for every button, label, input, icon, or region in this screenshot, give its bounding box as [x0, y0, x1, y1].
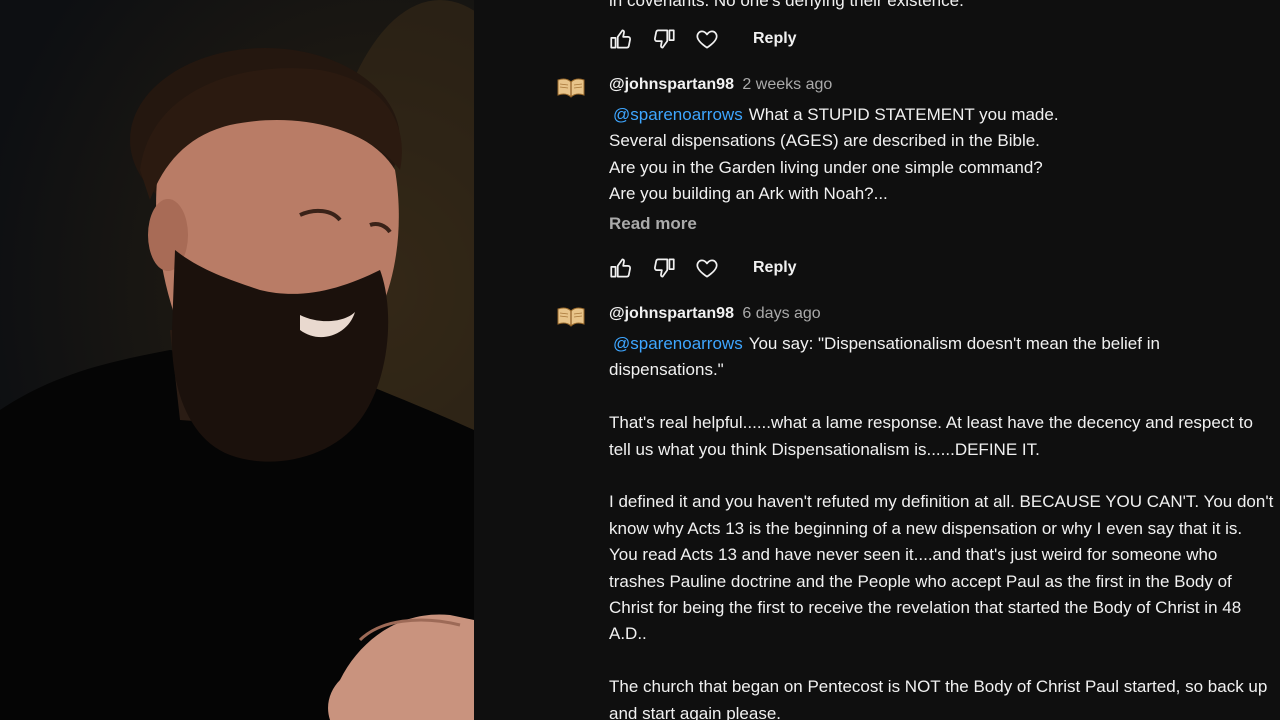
person-on-camera — [0, 0, 474, 720]
like-button[interactable] — [604, 24, 638, 54]
comment-paragraph: I defined it and you haven't refuted my … — [609, 492, 1274, 644]
comment-line: Are you building an Ark with Noah?... — [609, 184, 888, 204]
webcam-feed — [0, 0, 474, 720]
open-book-icon — [557, 307, 585, 327]
reply-button[interactable]: Reply — [747, 26, 803, 52]
thumbs-down-icon — [654, 258, 675, 278]
like-button[interactable] — [604, 253, 638, 283]
avatar[interactable] — [556, 72, 586, 102]
comment-text: @sparenoarrows You say: "Dispensationalis… — [609, 331, 1274, 720]
mention-link[interactable]: @sparenoarrows — [613, 105, 743, 124]
comment-timestamp[interactable]: 6 days ago — [742, 305, 820, 322]
comment-paragraph: The church that began on Pentecost is NO… — [609, 677, 1268, 720]
heart-icon — [696, 259, 718, 278]
comment-actions: Reply — [604, 24, 803, 54]
comment-author[interactable]: @johnspartan98 — [609, 305, 734, 322]
comment-actions: Reply — [604, 253, 803, 283]
comment-line: What a STUPID STATEMENT you made. — [748, 105, 1059, 124]
mention-link[interactable]: @sparenoarrows — [613, 334, 743, 353]
thumbs-up-icon — [610, 29, 631, 49]
read-more-link[interactable]: Read more — [609, 214, 1274, 234]
dislike-button[interactable] — [647, 24, 681, 54]
comment-text: @sparenoarrows What a STUPID STATEMENT yo… — [609, 102, 1274, 208]
heart-button[interactable] — [690, 253, 724, 283]
open-book-icon — [557, 78, 585, 98]
heart-icon — [696, 30, 718, 49]
comment-line: Are you in the Garden living under one s… — [609, 157, 1043, 177]
reply-button[interactable]: Reply — [747, 255, 803, 281]
comment-paragraph: That's real helpful......what a lame res… — [609, 413, 1253, 459]
thumbs-up-icon — [610, 258, 631, 278]
avatar[interactable] — [556, 301, 586, 331]
comments-panel: in covenants. No one's denying their exi… — [474, 0, 1280, 720]
dislike-button[interactable] — [647, 253, 681, 283]
heart-button[interactable] — [690, 24, 724, 54]
comment-timestamp[interactable]: 2 weeks ago — [742, 76, 832, 93]
thumbs-down-icon — [654, 29, 675, 49]
comment-author[interactable]: @johnspartan98 — [609, 76, 734, 93]
comment-line: Several dispensations (AGES) are describ… — [609, 131, 1040, 151]
comment-text-cutoff: in covenants. No one's denying their exi… — [609, 0, 964, 10]
